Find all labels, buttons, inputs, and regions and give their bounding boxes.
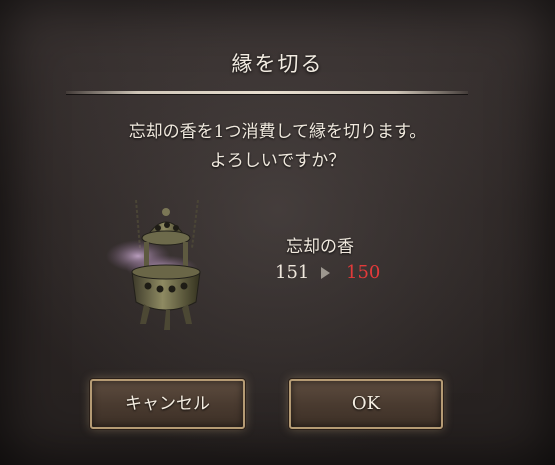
dialog-title: 縁を切る xyxy=(231,52,324,76)
item-name: 忘却の香 xyxy=(286,237,354,257)
confirm-dialog: 縁を切る 忘却の香を1つ消費して縁を切ります。 よろしいですか？ 忘却の香 15… xyxy=(0,0,555,465)
incense-burner-icon xyxy=(100,198,220,338)
arrow-right-icon xyxy=(321,267,330,279)
count-before: 151 xyxy=(275,262,310,283)
message-line-2: よろしいですか？ xyxy=(209,151,346,171)
dialog-message: 忘却の香を1つ消費して縁を切ります。 よろしいですか？ xyxy=(0,118,555,176)
message-line-1: 忘却の香を1つ消費して縁を切ります。 xyxy=(128,122,427,142)
cancel-button[interactable]: キャンセル xyxy=(90,379,245,429)
title-divider xyxy=(66,91,468,94)
count-after: 150 xyxy=(346,262,381,283)
ok-button[interactable]: OK xyxy=(289,379,443,429)
